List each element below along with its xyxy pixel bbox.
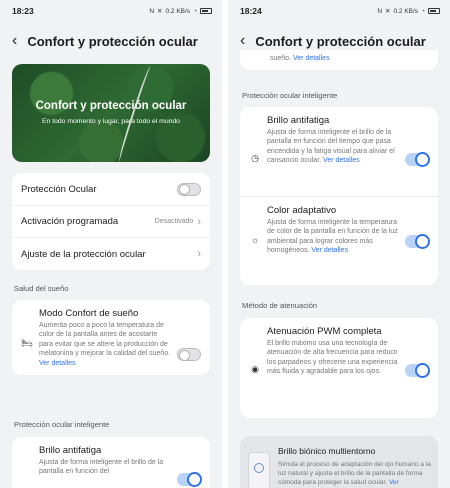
brightness-toggle[interactable]: [177, 472, 202, 487]
mute-icon: ✕: [385, 8, 391, 15]
hero-subtitle: En todo momento y lugar, para todo el mu…: [42, 118, 180, 125]
bionic-desc-text: Simula el proceso de adaptación del ojo …: [278, 461, 431, 486]
pwm-item[interactable]: ◉ Atenuación PWM completa El brillo máxi…: [240, 318, 438, 418]
sleep-comfort-title: Modo Confort de sueño: [39, 308, 139, 319]
brightness-title: Brillo antifatiga: [39, 445, 102, 456]
brightness-toggle[interactable]: [405, 152, 430, 167]
phone-illustration-icon: [248, 452, 270, 488]
page-title: Confort y protección ocular: [27, 33, 198, 49]
page-title: Confort y protección ocular: [255, 33, 426, 49]
smart-section-title: Protección ocular inteligente: [242, 91, 338, 100]
adaptive-color-item[interactable]: ☼ Color adaptativo Ajusta de forma intel…: [240, 197, 438, 285]
sleep-comfort-desc-text: Aumenta poco a poco la temperatura de co…: [39, 322, 171, 358]
adaptive-color-title: Color adaptativo: [267, 205, 337, 216]
sun-icon: ☼: [250, 235, 260, 245]
sleep-section-title: Salud del sueño: [14, 284, 69, 293]
back-arrow-icon[interactable]: ‹: [12, 33, 17, 49]
left-screen: 18:23 N ✕ 0.2 KB/s ◔ ‹ Confort y protecc…: [0, 0, 222, 488]
bionic-details-link[interactable]: Ver: [389, 479, 399, 486]
fragment-desc: sueño.: [270, 55, 292, 62]
scrolled-card-fragment: sueño. Ver detalles: [240, 50, 438, 70]
chevron-right-icon: ›: [197, 215, 201, 228]
bionic-title: Brillo biónico multientorno: [278, 446, 376, 456]
eye-protection-row[interactable]: Protección Ocular: [12, 173, 210, 206]
nfc-icon: N: [149, 7, 155, 15]
sleep-comfort-desc: Aumenta poco a poco la temperatura de co…: [39, 321, 171, 368]
sleep-details-link[interactable]: Ver detalles: [39, 360, 76, 367]
wifi-icon: ◔: [421, 7, 425, 15]
battery-icon: [428, 8, 440, 14]
bionic-brightness-card[interactable]: Brillo biónico multientorno Simula el pr…: [240, 436, 438, 488]
right-screen: 18:24 N ✕ 0.2 KB/s ◔ ‹ Confort y protecc…: [228, 0, 450, 488]
hero-road: [116, 65, 154, 162]
network-speed: 0.2 KB/s: [165, 7, 191, 15]
status-icons: N ✕ 0.2 KB/s ◔: [377, 7, 440, 15]
settings-card: Protección Ocular Activación programada …: [12, 173, 210, 270]
smart-card-partial: Brillo antifatiga Ajusta de forma inteli…: [12, 437, 210, 488]
hero-title: Confort y protección ocular: [35, 100, 187, 112]
pwm-desc: El brillo máximo usa una tecnología de a…: [267, 340, 398, 376]
brightness-desc: Ajusta de forma inteligente el brillo de…: [267, 128, 399, 166]
brightness-title: Brillo antifatiga: [267, 115, 330, 126]
dimming-card: ◉ Atenuación PWM completa El brillo máxi…: [240, 318, 438, 418]
brightness-desc: Ajusta de forma inteligente el brillo de…: [39, 459, 164, 476]
network-speed: 0.2 KB/s: [393, 7, 419, 15]
sleep-comfort-item[interactable]: 🛏 Modo Confort de sueño Aumenta poco a p…: [12, 300, 210, 375]
sleep-card: 🛏 Modo Confort de sueño Aumenta poco a p…: [12, 300, 210, 375]
brightness-item[interactable]: ◷ Brillo antifatiga Ajusta de forma inte…: [240, 107, 438, 197]
nfc-icon: N: [377, 7, 383, 15]
eye-protection-adjust-label: Ajuste de la protección ocular: [21, 248, 146, 260]
page-header: ‹ Confort y protección ocular: [0, 22, 222, 60]
scheduled-activation-value: Desactivado: [154, 218, 194, 225]
dimming-section-title: Método de atenuación: [242, 301, 318, 310]
smart-card: ◷ Brillo antifatiga Ajusta de forma inte…: [240, 107, 438, 285]
bed-icon: 🛏: [21, 338, 33, 348]
brightness-item[interactable]: Brillo antifatiga Ajusta de forma inteli…: [12, 437, 210, 488]
status-time: 18:24: [240, 6, 262, 16]
smart-section-title: Protección ocular inteligente: [14, 420, 110, 429]
mute-icon: ✕: [157, 8, 163, 15]
pwm-toggle[interactable]: [405, 363, 430, 378]
fragment-details-link[interactable]: Ver detalles: [293, 55, 330, 62]
fragment-text: sueño. Ver detalles: [270, 55, 330, 62]
chevron-right-icon: ›: [197, 248, 201, 260]
status-icons: N ✕ 0.2 KB/s ◔: [149, 7, 212, 15]
eye-protection-toggle[interactable]: [177, 182, 201, 196]
bionic-desc: Simula el proceso de adaptación del ojo …: [278, 461, 432, 487]
status-bar: 18:23 N ✕ 0.2 KB/s ◔: [0, 0, 222, 22]
back-arrow-icon[interactable]: ‹: [240, 33, 245, 49]
adaptive-color-toggle[interactable]: [405, 234, 430, 249]
battery-icon: [200, 8, 212, 14]
eye-protection-label: Protección Ocular: [21, 183, 97, 195]
brightness-details-link[interactable]: Ver detalles: [323, 157, 360, 164]
scheduled-activation-label: Activación programada: [21, 216, 119, 227]
adaptive-color-desc: Ajusta de forma inteligente la temperatu…: [267, 218, 399, 256]
clock-icon: ◷: [251, 153, 259, 163]
sleep-comfort-toggle[interactable]: [177, 348, 201, 361]
status-bar: 18:24 N ✕ 0.2 KB/s ◔: [228, 0, 450, 22]
pwm-title: Atenuación PWM completa: [267, 326, 382, 337]
wifi-icon: ◔: [193, 7, 197, 15]
adaptive-color-details-link[interactable]: Ver detalles: [311, 247, 348, 254]
eye-icon: ◉: [251, 364, 259, 374]
eye-protection-adjust-row[interactable]: Ajuste de la protección ocular ›: [12, 238, 210, 270]
hero-banner: Confort y protección ocular En todo mome…: [12, 64, 210, 162]
scheduled-activation-row[interactable]: Activación programada Desactivado ›: [12, 206, 210, 238]
status-time: 18:23: [12, 6, 34, 16]
